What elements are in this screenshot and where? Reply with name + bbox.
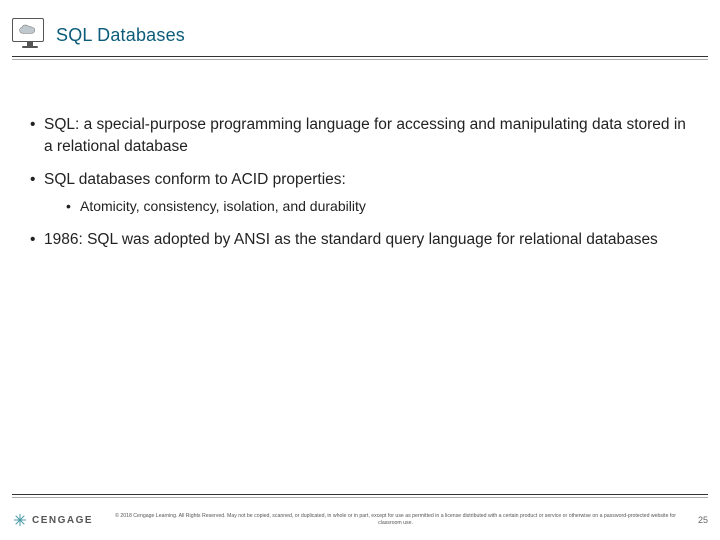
slide-header: SQL Databases xyxy=(0,0,720,52)
cloud-monitor-icon xyxy=(12,18,48,52)
sub-bullet-text: Atomicity, consistency, isolation, and d… xyxy=(80,198,366,214)
cloud-icon xyxy=(18,23,38,37)
slide-title: SQL Databases xyxy=(56,25,185,46)
slide-footer: CENGAGE © 2018 Cengage Learning. All Rig… xyxy=(0,500,720,540)
logo-burst-icon xyxy=(12,512,28,528)
slide-content: SQL: a special-purpose programming langu… xyxy=(0,52,720,250)
bullet-text: SQL databases conform to ACID properties… xyxy=(44,171,346,188)
cengage-logo: CENGAGE xyxy=(12,512,93,528)
footer-divider xyxy=(12,494,708,498)
page-number: 25 xyxy=(698,515,708,525)
bullet-item: SQL: a special-purpose programming langu… xyxy=(30,114,690,157)
title-divider xyxy=(12,56,708,62)
logo-text: CENGAGE xyxy=(32,515,93,526)
bullet-item: SQL databases conform to ACID properties… xyxy=(30,169,690,216)
bullet-text: SQL: a special-purpose programming langu… xyxy=(44,116,686,155)
sub-bullet-item: Atomicity, consistency, isolation, and d… xyxy=(66,197,690,217)
bullet-text: 1986: SQL was adopted by ANSI as the sta… xyxy=(44,231,658,248)
copyright-text: © 2018 Cengage Learning. All Rights Rese… xyxy=(93,513,698,527)
bullet-item: 1986: SQL was adopted by ANSI as the sta… xyxy=(30,229,690,251)
